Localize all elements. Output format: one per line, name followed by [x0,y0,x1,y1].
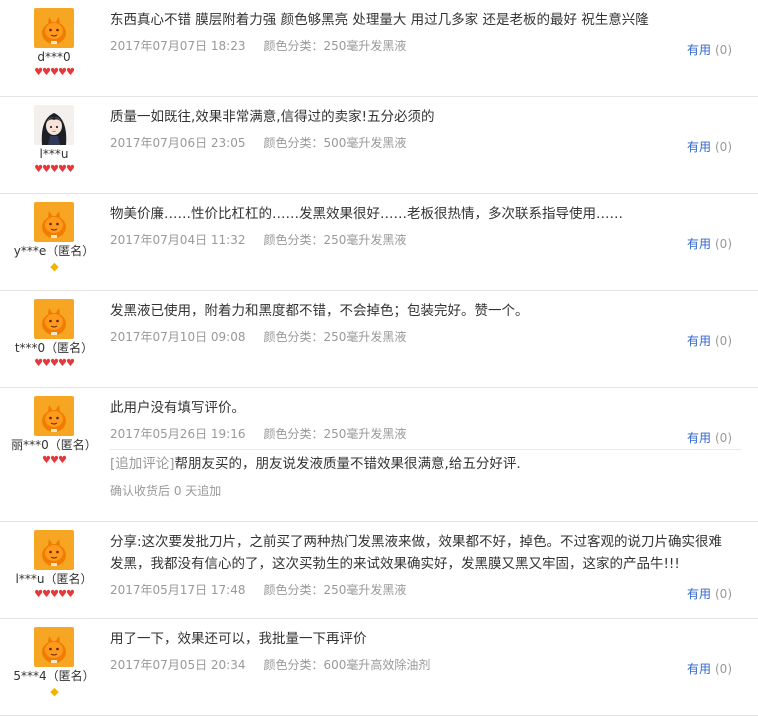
useful-button[interactable]: 有用 (0) [687,138,732,155]
review-text: 物美价廉……性价比杠杠的……发黑效果很好……老板很热情，多次联系指导使用…… [110,206,623,222]
review-meta: 2017年05月26日 19:16 颜色分类：250毫升发黑液 [110,425,734,442]
useful-label[interactable]: 有用 [687,140,711,154]
append-meta: 确认收货后 0 天追加 [110,484,222,498]
useful-count: (0) [715,662,732,676]
review-meta: 2017年07月05日 20:34 颜色分类：600毫升高效除油剂 [110,656,734,673]
review-item: l***u（匿名） ♥♥♥♥♥ 分享:这次要发批刀片，之前买了两种热门发黑液来做… [0,522,758,619]
useful-count: (0) [715,431,732,445]
reviewer-name: y***e（匿名） [13,244,95,258]
review-list: d***0 ♥♥♥♥♥ 东西真心不错 膜层附着力强 颜色够黑亮 处理量大 用过几… [0,0,758,716]
review-meta: 2017年05月17日 17:48 颜色分类：250毫升发黑液 [110,581,734,598]
review-date: 2017年07月07日 18:23 [110,39,246,53]
avatar[interactable] [34,202,74,242]
review-sku: 颜色分类：250毫升发黑液 [263,39,407,53]
useful-button[interactable]: 有用 (0) [687,41,732,58]
avatar[interactable] [34,627,74,667]
review-text: 东西真心不错 膜层附着力强 颜色够黑亮 处理量大 用过几多家 还是老板的最好 祝… [110,12,649,28]
review-date: 2017年07月04日 11:32 [110,233,246,247]
reviewer-name: 丽***0（匿名） [11,438,97,452]
reviewer: d***0 ♥♥♥♥♥ [0,8,108,79]
useful-button[interactable]: 有用 (0) [687,585,732,602]
review-sku: 颜色分类：250毫升发黑液 [263,330,407,344]
review-text: 发黑液已使用，附着力和黑度都不错，不会掉色；包装完好。赞一个。 [110,303,529,319]
rank-hearts-icon: ♥♥♥♥♥ [34,67,75,78]
reviewer: y***e（匿名） ◆ [0,202,108,274]
review-sku: 颜色分类：600毫升高效除油剂 [263,658,431,672]
reviewer-name: l***u [39,147,69,161]
review-sku: 颜色分类：250毫升发黑液 [263,233,407,247]
reviewer: l***u（匿名） ♥♥♥♥♥ [0,530,108,601]
review-text: 用了一下，效果还可以，我批量一下再评价 [110,631,367,647]
useful-label[interactable]: 有用 [687,237,711,251]
review-text: 此用户没有填写评价。 [110,400,245,416]
avatar[interactable] [34,105,74,145]
avatar[interactable] [34,396,74,436]
review-date: 2017年07月05日 20:34 [110,658,246,672]
reviewer: 丽***0（匿名） ♥♥♥ [0,396,108,467]
append-text: 帮朋友买的，朋友说发液质量不错效果很满意,给五分好评. [174,456,521,472]
review-meta: 2017年07月04日 11:32 颜色分类：250毫升发黑液 [110,231,734,248]
reviewer: 5***4（匿名） ◆ [0,627,108,699]
review-meta: 2017年07月06日 23:05 颜色分类：500毫升发黑液 [110,134,734,151]
append-text-line: [追加评论]帮朋友买的，朋友说发液质量不错效果很满意,给五分好评. [110,453,742,475]
useful-count: (0) [715,140,732,154]
rank-diamond-icon: ◆ [50,260,59,273]
review-text: 分享:这次要发批刀片，之前买了两种热门发黑液来做，效果都不好，掉色。不过客观的说… [110,534,723,572]
review-meta: 2017年07月10日 09:08 颜色分类：250毫升发黑液 [110,328,734,345]
review-sku: 颜色分类：250毫升发黑液 [263,427,407,441]
rank-hearts-icon: ♥♥♥ [42,455,67,466]
useful-count: (0) [715,334,732,348]
useful-button[interactable]: 有用 (0) [687,332,732,349]
reviewer: l***u ♥♥♥♥♥ [0,105,108,176]
review-date: 2017年07月10日 09:08 [110,330,246,344]
review-item: d***0 ♥♥♥♥♥ 东西真心不错 膜层附着力强 颜色够黑亮 处理量大 用过几… [0,0,758,97]
reviewer-name: 5***4（匿名） [13,669,95,683]
rank-diamond-icon: ◆ [50,685,59,698]
review-item: l***u ♥♥♥♥♥ 质量一如既往,效果非常满意,信得过的卖家!五分必须的 2… [0,97,758,194]
useful-label[interactable]: 有用 [687,587,711,601]
review-date: 2017年05月26日 19:16 [110,427,246,441]
avatar[interactable] [34,299,74,339]
useful-count: (0) [715,43,732,57]
reviewer: t***0（匿名） ♥♥♥♥♥ [0,299,108,370]
review-text: 质量一如既往,效果非常满意,信得过的卖家!五分必须的 [110,109,435,125]
useful-label[interactable]: 有用 [687,431,711,445]
useful-button[interactable]: 有用 (0) [687,429,732,446]
avatar[interactable] [34,8,74,48]
useful-count: (0) [715,587,732,601]
rank-hearts-icon: ♥♥♥♥♥ [34,164,75,175]
reviewer-name: d***0 [37,50,71,64]
review-item: 5***4（匿名） ◆ 用了一下，效果还可以，我批量一下再评价 2017年07月… [0,619,758,716]
avatar[interactable] [34,530,74,570]
useful-button[interactable]: 有用 (0) [687,660,732,677]
review-item: 丽***0（匿名） ♥♥♥ 此用户没有填写评价。 2017年05月26日 19:… [0,388,758,522]
review-date: 2017年05月17日 17:48 [110,583,246,597]
useful-label[interactable]: 有用 [687,334,711,348]
appended-review: [追加评论]帮朋友买的，朋友说发液质量不错效果很满意,给五分好评. 确认收货后 … [110,449,742,499]
review-meta: 2017年07月07日 18:23 颜色分类：250毫升发黑液 [110,37,734,54]
useful-label[interactable]: 有用 [687,43,711,57]
useful-button[interactable]: 有用 (0) [687,235,732,252]
reviewer-name: t***0（匿名） [14,341,94,355]
review-sku: 颜色分类：250毫升发黑液 [263,583,407,597]
review-item: t***0（匿名） ♥♥♥♥♥ 发黑液已使用，附着力和黑度都不错，不会掉色；包装… [0,291,758,388]
append-tag: [追加评论] [110,456,175,472]
useful-count: (0) [715,237,732,251]
reviewer-name: l***u（匿名） [15,572,93,586]
useful-label[interactable]: 有用 [687,662,711,676]
rank-hearts-icon: ♥♥♥♥♥ [34,589,75,600]
review-sku: 颜色分类：500毫升发黑液 [263,136,407,150]
rank-hearts-icon: ♥♥♥♥♥ [34,358,75,369]
review-date: 2017年07月06日 23:05 [110,136,246,150]
review-item: y***e（匿名） ◆ 物美价廉……性价比杠杠的……发黑效果很好……老板很热情，… [0,194,758,291]
